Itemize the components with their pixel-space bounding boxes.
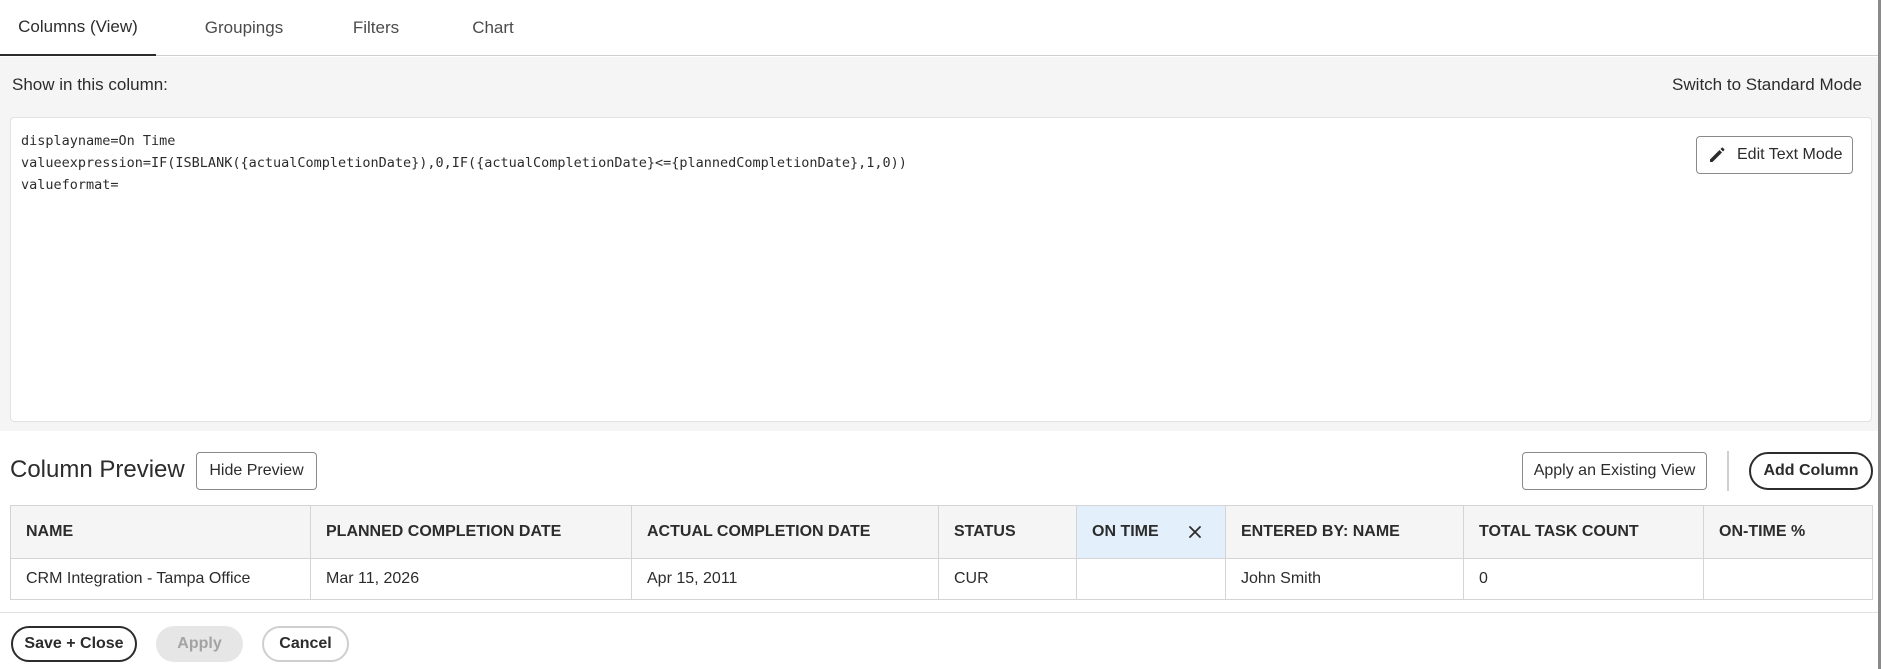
tab-chart[interactable]: Chart <box>420 0 566 56</box>
column-header-total-task-count[interactable]: TOTAL TASK COUNT <box>1464 506 1704 558</box>
cancel-button[interactable]: Cancel <box>262 626 349 662</box>
code-line-displayname: displayname=On Time <box>21 133 176 149</box>
cell-on-time <box>1077 559 1226 599</box>
cell-entered-by-name: John Smith <box>1226 559 1464 599</box>
column-preview-title: Column Preview <box>10 456 185 483</box>
cell-actual-completion-date: Apr 15, 2011 <box>632 559 939 599</box>
apply-button[interactable]: Apply <box>156 626 243 662</box>
column-header-on-time-percent[interactable]: ON-TIME % <box>1704 506 1872 558</box>
show-in-column-label: Show in this column: <box>12 75 168 94</box>
code-line-valueexpression: valueexpression=IF(ISBLANK({actualComple… <box>21 155 907 171</box>
tab-groupings[interactable]: Groupings <box>156 0 332 56</box>
column-header-name[interactable]: NAME <box>11 506 311 558</box>
column-header-status[interactable]: STATUS <box>939 506 1077 558</box>
column-header-actual-completion-date[interactable]: ACTUAL COMPLETION DATE <box>632 506 939 558</box>
column-editor-panel: Show in this column: Switch to Standard … <box>0 57 1878 431</box>
edit-text-mode-label: Edit Text Mode <box>1737 146 1843 163</box>
text-mode-editor[interactable]: displayname=On Time valueexpression=IF(I… <box>10 117 1872 422</box>
code-lines: displayname=On Time valueexpression=IF(I… <box>21 130 907 196</box>
view-tabs: Columns (View) Groupings Filters Chart <box>0 0 1878 56</box>
column-header-entered-by-name[interactable]: ENTERED BY: NAME <box>1226 506 1464 558</box>
switch-to-standard-mode-link[interactable]: Switch to Standard Mode <box>1672 75 1862 95</box>
cell-status: CUR <box>939 559 1077 599</box>
tab-filters[interactable]: Filters <box>332 0 420 56</box>
cell-on-time-percent <box>1704 559 1872 599</box>
footer-divider <box>0 612 1878 613</box>
edit-text-mode-button[interactable]: Edit Text Mode <box>1696 136 1853 174</box>
table-row: CRM Integration - Tampa Office Mar 11, 2… <box>11 559 1872 599</box>
column-preview-table: NAME PLANNED COMPLETION DATE ACTUAL COMP… <box>10 505 1873 600</box>
save-close-button[interactable]: Save + Close <box>11 626 137 662</box>
cell-total-task-count: 0 <box>1464 559 1704 599</box>
column-header-on-time[interactable]: ON TIME <box>1077 506 1226 558</box>
cell-planned-completion-date: Mar 11, 2026 <box>311 559 632 599</box>
pencil-icon <box>1707 145 1727 165</box>
tab-columns-view[interactable]: Columns (View) <box>0 0 156 56</box>
code-line-valueformat: valueformat= <box>21 177 119 193</box>
hide-preview-button[interactable]: Hide Preview <box>196 452 317 490</box>
cell-name: CRM Integration - Tampa Office <box>11 559 311 599</box>
add-column-button[interactable]: Add Column <box>1749 452 1873 490</box>
column-header-on-time-label: ON TIME <box>1092 523 1159 540</box>
table-header-row: NAME PLANNED COMPLETION DATE ACTUAL COMP… <box>11 506 1872 559</box>
close-icon[interactable] <box>1187 524 1203 540</box>
column-header-planned-completion-date[interactable]: PLANNED COMPLETION DATE <box>311 506 632 558</box>
divider <box>1727 451 1729 491</box>
apply-existing-view-button[interactable]: Apply an Existing View <box>1522 452 1707 490</box>
